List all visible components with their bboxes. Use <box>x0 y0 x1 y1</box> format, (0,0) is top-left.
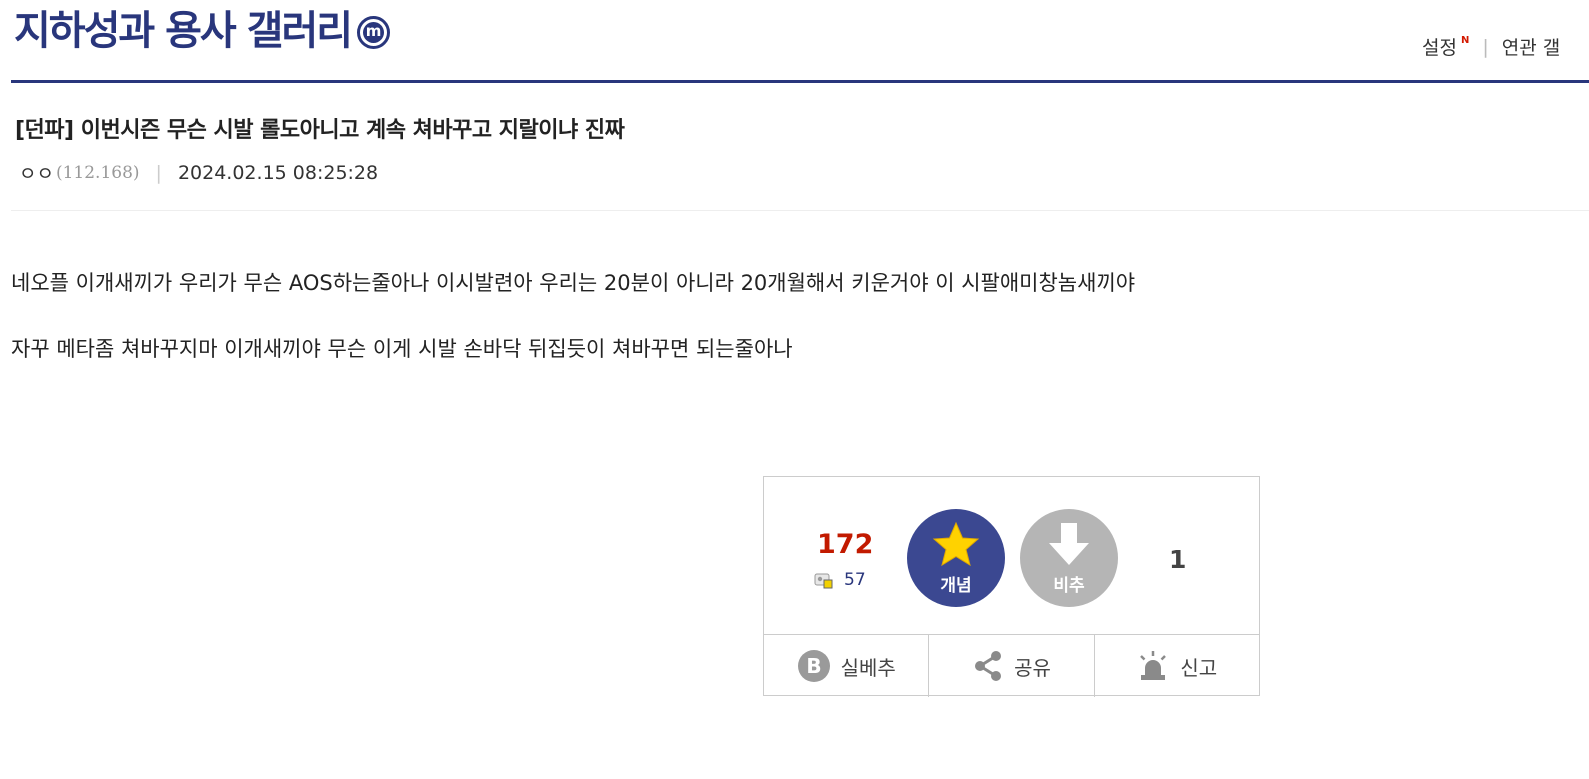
author-nickname[interactable]: ㅇㅇ <box>19 159 54 186</box>
siren-icon <box>1136 649 1170 683</box>
gallery-title-text[interactable]: 지하성과 용사 갤러리 <box>14 4 353 58</box>
body-paragraph: 네오플 이개새끼가 우리가 무슨 AOS하는줄아나 이시발련아 우리는 20분이… <box>11 271 1136 295</box>
minor-gallery-icon: m <box>357 15 391 49</box>
new-badge: N <box>1460 35 1470 46</box>
upvote-button[interactable]: 개념 <box>907 509 1005 607</box>
share-button[interactable]: 공유 <box>929 635 1095 697</box>
report-button[interactable]: 신고 <box>1095 635 1259 697</box>
header-links: 설정 N | 연관 갤 <box>1422 33 1560 60</box>
author-ip: (112.168) <box>55 162 140 183</box>
gallery-header: 지하성과 용사 갤러리 m 설정 N | 연관 갤 <box>11 0 1589 83</box>
downvote-button[interactable]: 비추 <box>1020 509 1118 607</box>
link-separator: | <box>1482 35 1489 58</box>
report-label: 신고 <box>1180 655 1218 680</box>
body-paragraph: 자꾸 메타좀 쳐바꾸지마 이개새끼야 무슨 이게 시발 손바닥 뒤집듯이 쳐바꾸… <box>11 337 793 361</box>
recommend-actions: B 실베추 공유 신고 <box>764 635 1259 697</box>
related-gallery-label-cut: 갤 <box>1542 37 1561 59</box>
gallery-title[interactable]: 지하성과 용사 갤러리 m <box>14 4 391 58</box>
upvote-label: 개념 <box>940 576 972 596</box>
fixed-user-upvote: 57 <box>814 570 866 590</box>
meta-divider <box>11 210 1589 211</box>
minor-gallery-letter: m <box>363 21 385 43</box>
post-body: 네오플 이개새끼가 우리가 무슨 AOS하는줄아나 이시발련아 우리는 20분이… <box>11 270 1135 402</box>
best-recommend-button[interactable]: B 실베추 <box>764 635 930 697</box>
settings-link[interactable]: 설정 <box>1422 33 1457 60</box>
recommend-box: 172 57 개념 비추 1 B 실베추 공유 신고 <box>763 476 1260 697</box>
post-meta: ㅇㅇ (112.168) | 2024.02.15 08:25:28 <box>19 159 378 186</box>
post-title: [던파] 이번시즌 무슨 시발 롤도아니고 계속 쳐바꾸고 지랄이냐 진짜 <box>15 118 625 143</box>
b-circle-icon: B <box>797 649 831 683</box>
arrow-down-icon <box>1049 523 1089 565</box>
post-date: 2024.02.15 08:25:28 <box>177 161 379 184</box>
downvote-label: 비추 <box>1053 576 1085 596</box>
star-icon <box>932 521 980 567</box>
svg-text:B: B <box>806 654 821 678</box>
related-gallery-link[interactable]: 연관 갤 <box>1502 33 1560 60</box>
related-gallery-label: 연관 <box>1501 37 1543 59</box>
share-label: 공유 <box>1014 655 1051 680</box>
meta-separator: | <box>155 161 162 184</box>
fixed-user-icon <box>814 573 833 589</box>
fixed-user-count: 57 <box>844 570 866 590</box>
downvote-count: 1 <box>1169 545 1187 574</box>
upvote-count: 172 <box>817 529 874 560</box>
share-icon <box>972 649 1004 683</box>
best-recommend-label: 실베추 <box>840 655 896 680</box>
recommend-top: 172 57 개념 비추 1 <box>764 477 1259 635</box>
